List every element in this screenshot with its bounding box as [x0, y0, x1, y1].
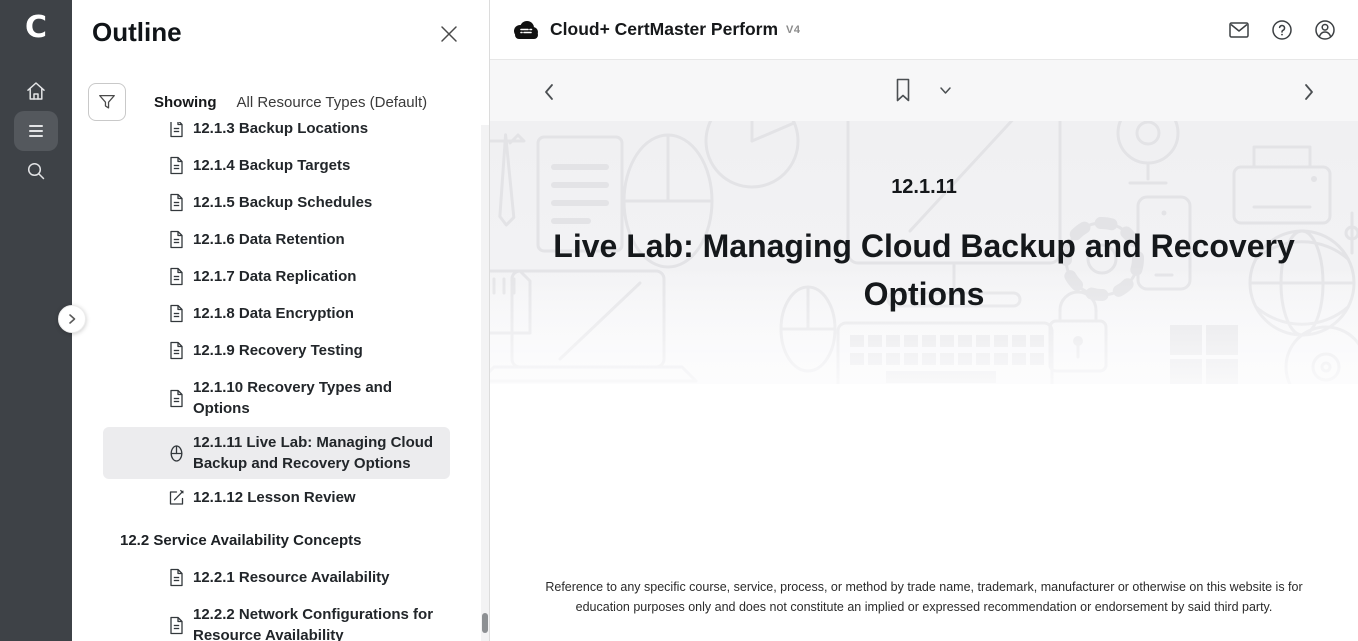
document-icon: [167, 193, 185, 212]
product-title: Cloud+ CertMaster Perform: [550, 19, 778, 40]
outline-item[interactable]: 12.1.4 Backup Targets: [103, 147, 450, 184]
disclaimer-footer: Reference to any specific course, servic…: [490, 577, 1358, 617]
outline-item[interactable]: 12.1.8 Data Encryption: [103, 295, 450, 332]
outline-item[interactable]: 12.1.7 Data Replication: [103, 258, 450, 295]
collapse-panel-handle[interactable]: [58, 305, 86, 333]
outline-item-selected[interactable]: 12.1.11 Live Lab: Managing Cloud Backup …: [103, 427, 450, 479]
filter-showing-label: Showing: [154, 94, 217, 111]
brand-logo: C: [0, 10, 72, 45]
edit-review-icon: [167, 489, 185, 506]
home-button[interactable]: [14, 71, 58, 111]
outline-item[interactable]: 12.1.3 Backup Locations: [103, 122, 450, 147]
messages-button[interactable]: [1226, 17, 1252, 43]
outline-item[interactable]: 12.1.5 Backup Schedules: [103, 184, 450, 221]
outline-item[interactable]: 12.1.12 Lesson Review: [103, 479, 450, 516]
lab-mouse-icon: [167, 444, 185, 463]
outline-item[interactable]: 12.1.9 Recovery Testing: [103, 332, 450, 369]
document-icon: [167, 122, 185, 138]
outline-item[interactable]: 12.2.1 Resource Availability: [103, 559, 450, 596]
document-icon: [167, 156, 185, 175]
account-icon: [1313, 18, 1337, 42]
document-icon: [167, 230, 185, 249]
search-icon: [25, 160, 47, 182]
header-actions: [1226, 17, 1338, 43]
bookmark-menu-button[interactable]: [930, 74, 960, 106]
outline-item[interactable]: 12.2.2 Network Configurations for Resour…: [103, 596, 450, 641]
product-cloud-icon: [510, 18, 540, 42]
outline-item[interactable]: 12.1.10 Recovery Types and Options: [103, 369, 450, 427]
lesson-number: 12.1.11: [490, 176, 1358, 199]
filter-funnel-icon: [97, 92, 117, 112]
lesson-nav-toolbar: [490, 60, 1358, 121]
back-arrow-icon: [542, 81, 556, 103]
search-button[interactable]: [14, 151, 58, 191]
outline-item-list: 12.1.3 Backup Locations 12.1.4 Backup Ta…: [72, 122, 489, 641]
outline-toggle-button[interactable]: [14, 111, 58, 151]
main-content: Cloud+ CertMaster Perform V4: [490, 0, 1358, 641]
bookmark-controls: [888, 74, 960, 106]
bookmark-button[interactable]: [888, 74, 918, 106]
previous-page-button[interactable]: [534, 76, 564, 108]
close-icon: [439, 24, 463, 44]
outline-scrollbar-thumb[interactable]: [482, 613, 488, 633]
product-version-badge: V4: [786, 24, 800, 36]
account-button[interactable]: [1312, 17, 1338, 43]
filter-button[interactable]: [88, 83, 126, 121]
document-icon: [167, 304, 185, 323]
forward-arrow-icon: [1302, 81, 1316, 103]
outline-section-header[interactable]: 12.2 Service Availability Concepts: [103, 522, 450, 559]
outline-menu-icon: [25, 120, 47, 142]
chevron-right-icon: [66, 313, 78, 325]
outline-item[interactable]: 12.1.6 Data Retention: [103, 221, 450, 258]
document-icon: [167, 341, 185, 360]
document-icon: [167, 616, 185, 635]
resource-filter-bar: Showing All Resource Types (Default): [88, 83, 427, 121]
outline-panel-title: Outline: [92, 17, 182, 48]
document-icon: [167, 389, 185, 408]
app-window: C: [0, 0, 1358, 641]
disclaimer-line: Reference to any specific course, servic…: [490, 577, 1358, 597]
outline-panel: Outline Showing All Resource Types (Defa…: [72, 0, 490, 641]
chevron-down-icon: [939, 86, 952, 95]
help-icon: [1270, 18, 1294, 42]
mail-icon: [1227, 18, 1251, 42]
lesson-hero-banner: 12.1.11 Live Lab: Managing Cloud Backup …: [490, 121, 1358, 384]
document-icon: [167, 267, 185, 286]
help-button[interactable]: [1269, 17, 1295, 43]
next-page-button[interactable]: [1294, 76, 1324, 108]
product-header: Cloud+ CertMaster Perform V4: [490, 0, 1358, 60]
outline-scrollbar-track[interactable]: [481, 125, 489, 641]
document-icon: [167, 568, 185, 587]
bookmark-icon: [894, 77, 912, 103]
close-outline-button[interactable]: [439, 22, 463, 46]
home-icon: [25, 80, 47, 102]
disclaimer-line: education purposes only and does not con…: [490, 597, 1358, 617]
filter-selected-value: All Resource Types (Default): [237, 94, 428, 111]
lesson-title: Live Lab: Managing Cloud Backup and Reco…: [518, 222, 1330, 318]
